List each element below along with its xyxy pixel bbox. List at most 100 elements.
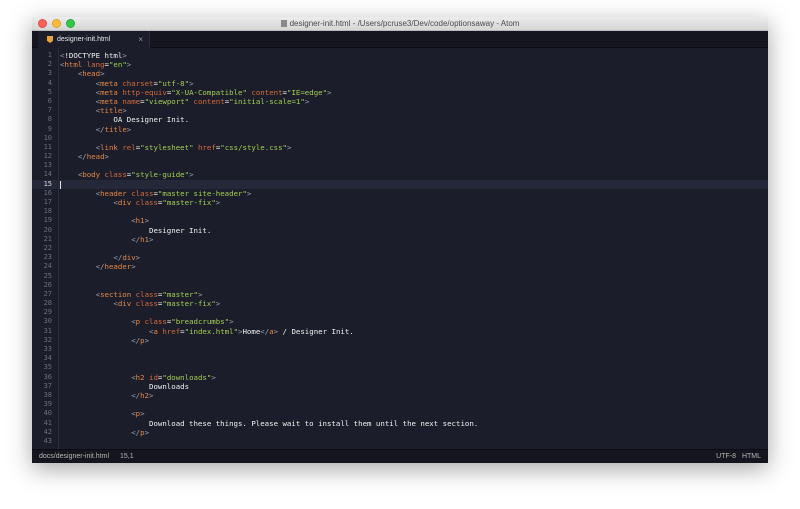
code-line[interactable]: 8 OA Designer Init. bbox=[32, 115, 768, 124]
line-text: <header class="master site-header"> bbox=[60, 188, 252, 198]
code-token: http-equiv bbox=[122, 87, 167, 97]
code-line[interactable]: 13 bbox=[32, 161, 768, 170]
code-line[interactable]: 40 <p> bbox=[32, 409, 768, 418]
code-token: > bbox=[126, 60, 132, 70]
code-line[interactable]: 9 </title> bbox=[32, 125, 768, 134]
code-line[interactable]: 11 <link rel="stylesheet" href="css/styl… bbox=[32, 143, 768, 152]
code-line[interactable]: 31 <a href="index.html">Home</a> / Desig… bbox=[32, 327, 768, 336]
code-token: "initial-scale=1" bbox=[229, 96, 305, 106]
code-line[interactable]: 14 <body class="style-guide"> bbox=[32, 170, 768, 179]
code-line[interactable]: 5 <meta http-equiv="X-UA-Compatible" con… bbox=[32, 88, 768, 97]
line-number: 43 bbox=[43, 436, 52, 445]
code-line[interactable]: 6 <meta name="viewport" content="initial… bbox=[32, 97, 768, 106]
line-text: <meta charset="utf-8"> bbox=[60, 79, 194, 88]
cursor-position[interactable]: 15,1 bbox=[120, 450, 134, 463]
code-line[interactable]: 16 <header class="master site-header"> bbox=[32, 189, 768, 198]
code-line[interactable]: 43 bbox=[32, 437, 768, 446]
code-line[interactable]: 23 </div> bbox=[32, 253, 768, 262]
code-line[interactable]: 29 bbox=[32, 308, 768, 317]
line-number: 25 bbox=[43, 271, 52, 280]
code-line[interactable]: 30 <p class="breadcrumbs"> bbox=[32, 317, 768, 326]
code-token: head bbox=[82, 69, 101, 79]
code-line[interactable]: 34 bbox=[32, 354, 768, 363]
code-token: > bbox=[149, 234, 154, 244]
code-token: > bbox=[140, 409, 145, 419]
code-line[interactable]: 26 bbox=[32, 281, 768, 290]
code-line[interactable]: 39 bbox=[32, 400, 768, 409]
tab-close-icon[interactable]: × bbox=[138, 31, 143, 48]
code-line[interactable]: 19 <h1> bbox=[32, 216, 768, 225]
code-line[interactable]: 27 <section class="master"> bbox=[32, 290, 768, 299]
code-token: "css/style.css" bbox=[220, 142, 288, 152]
code-token: "master" bbox=[162, 289, 198, 299]
code-token: Downloads bbox=[60, 381, 190, 391]
code-token: !DOCTYPE html bbox=[64, 51, 123, 60]
line-number: 3 bbox=[47, 69, 52, 78]
code-line[interactable]: 7 <title> bbox=[32, 106, 768, 115]
text-cursor bbox=[60, 180, 61, 189]
tab-designer-init[interactable]: designer-init.html × bbox=[38, 31, 150, 48]
code-editor[interactable]: 1 <!DOCTYPE html> 2 <html lang="en"> 3 <head… bbox=[32, 48, 768, 449]
file-encoding[interactable]: UTF-8 bbox=[716, 450, 736, 463]
line-number: 13 bbox=[43, 161, 52, 170]
code-line[interactable]: 4 <meta charset="utf-8"> bbox=[32, 79, 768, 88]
code-line[interactable]: 12 </head> bbox=[32, 152, 768, 161]
code-line[interactable]: 2 <html lang="en"> bbox=[32, 60, 768, 69]
code-token: > bbox=[131, 262, 136, 272]
code-token: h1 bbox=[135, 216, 145, 226]
code-line[interactable]: 33 bbox=[32, 345, 768, 354]
code-line[interactable]: 3 <head> bbox=[32, 69, 768, 78]
code-area[interactable]: 1 <!DOCTYPE html> 2 <html lang="en"> 3 <head… bbox=[32, 51, 768, 446]
title-bar[interactable]: designer-init.html - /Users/pcruse3/Dev/… bbox=[32, 17, 768, 31]
code-line[interactable]: 1 <!DOCTYPE html> bbox=[32, 51, 768, 60]
code-token: class bbox=[104, 170, 127, 180]
code-token: > bbox=[287, 142, 292, 152]
grammar-selector[interactable]: HTML bbox=[742, 450, 761, 463]
code-token: > bbox=[215, 299, 221, 309]
code-token: class bbox=[131, 188, 154, 198]
code-line[interactable]: 10 bbox=[32, 134, 768, 143]
code-token: </ bbox=[95, 124, 105, 134]
code-token: meta bbox=[100, 87, 118, 97]
code-token: Designer Init. bbox=[60, 225, 212, 235]
line-number: 39 bbox=[43, 400, 52, 409]
code-line[interactable]: 41 Download these things. Please wait to… bbox=[32, 419, 768, 428]
line-number: 20 bbox=[43, 225, 52, 234]
code-line[interactable]: 20 Designer Init. bbox=[32, 226, 768, 235]
code-token: class bbox=[135, 299, 158, 309]
code-token: > bbox=[144, 335, 150, 345]
line-number: 30 bbox=[43, 317, 52, 326]
line-text: </p> bbox=[60, 428, 149, 437]
code-token: > bbox=[100, 69, 105, 79]
code-line[interactable]: 22 bbox=[32, 244, 768, 253]
code-line[interactable]: 32 </p> bbox=[32, 336, 768, 345]
code-token: </ bbox=[131, 335, 141, 345]
line-number: 7 bbox=[47, 106, 52, 115]
code-token: </ bbox=[131, 427, 141, 437]
code-token: href bbox=[162, 326, 181, 336]
line-number: 36 bbox=[43, 372, 52, 381]
code-token: "style-guide" bbox=[131, 170, 190, 180]
code-line[interactable]: 25 bbox=[32, 272, 768, 281]
code-line[interactable]: 21 </h1> bbox=[32, 235, 768, 244]
line-number: 11 bbox=[43, 142, 52, 151]
code-line[interactable]: 17 <div class="master-fix"> bbox=[32, 198, 768, 207]
code-line[interactable]: 15 bbox=[32, 179, 768, 189]
line-text: <link rel="stylesheet" href="css/style.c… bbox=[60, 142, 292, 152]
code-token: > bbox=[246, 188, 252, 198]
code-token: "master site-header" bbox=[157, 188, 247, 198]
code-line[interactable]: 38 </h2> bbox=[32, 391, 768, 400]
code-line[interactable]: 35 bbox=[32, 363, 768, 372]
file-path[interactable]: docs/designer-init.html bbox=[39, 450, 109, 463]
code-line[interactable]: 18 bbox=[32, 207, 768, 216]
code-line[interactable]: 36 <h2 id="downloads"> bbox=[32, 373, 768, 382]
code-line[interactable]: 37 Downloads bbox=[32, 382, 768, 391]
code-token: > bbox=[126, 124, 132, 134]
code-line[interactable]: 28 <div class="master-fix"> bbox=[32, 299, 768, 308]
code-line[interactable]: 42 </p> bbox=[32, 428, 768, 437]
code-line[interactable]: 24 </header> bbox=[32, 262, 768, 271]
